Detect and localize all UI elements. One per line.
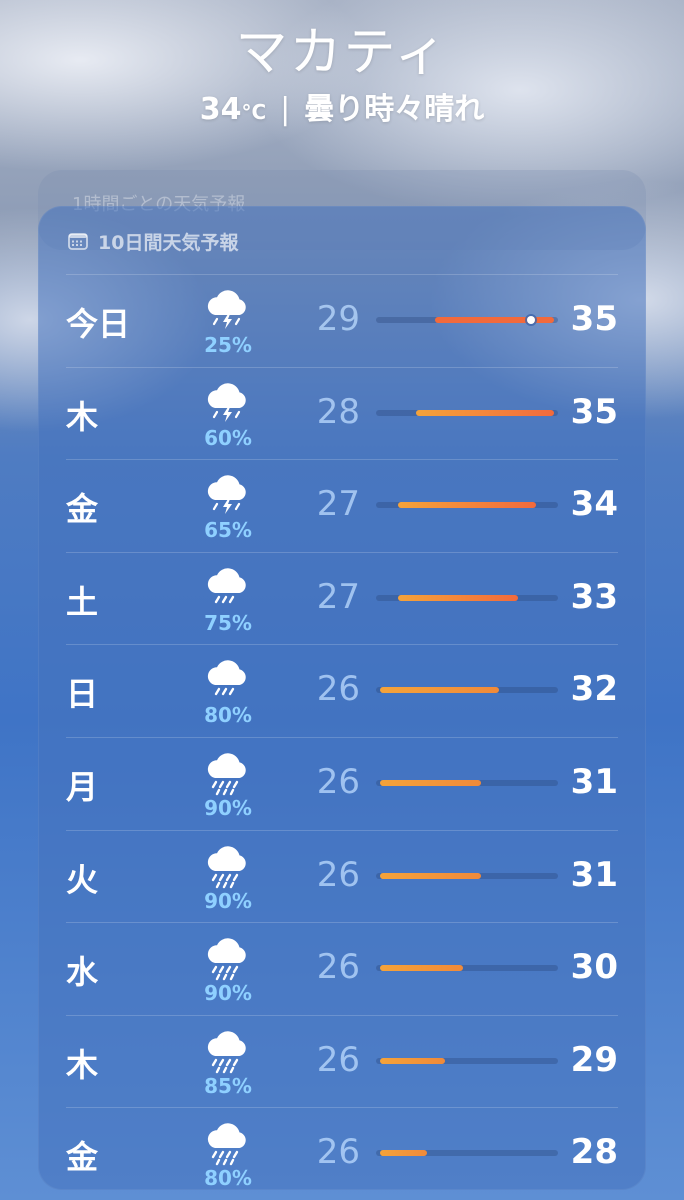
low-temp: 26 <box>316 669 360 710</box>
temp-range-bar <box>376 502 558 509</box>
separator: | <box>280 92 291 127</box>
temp-range-fill <box>380 965 463 972</box>
high-temp: 34 <box>570 484 618 525</box>
high-temp: 31 <box>570 854 618 895</box>
forecast-row: 金 80% 26 28 <box>66 1107 618 1200</box>
temp-range-fill <box>380 1057 445 1064</box>
precip-chance: 60% <box>204 425 252 450</box>
temp-range-fill <box>380 779 482 786</box>
heavy-rain-icon <box>202 841 252 889</box>
forecast-row: 日 80% 26 32 <box>66 644 618 737</box>
day-label: 日 <box>66 675 99 714</box>
high-temp: 29 <box>570 1039 618 1080</box>
forecast-row: 水 90% 26 30 <box>66 922 618 1015</box>
temp-range-fill <box>416 409 554 416</box>
day-label: 月 <box>66 767 99 806</box>
low-temp: 26 <box>316 1039 360 1080</box>
thunderstorm-icon <box>202 285 252 333</box>
rain-icon <box>202 655 252 703</box>
heavy-rain-icon <box>202 748 252 796</box>
low-temp: 26 <box>316 761 360 802</box>
forecast-row: 木 85% 26 29 <box>66 1014 618 1108</box>
temp-range-bar <box>376 687 558 694</box>
temp-range-fill <box>434 317 554 323</box>
low-temp: 26 <box>316 854 360 895</box>
heavy-rain-icon <box>202 1026 252 1074</box>
current-conditions: 34°C | 曇り時々晴れ <box>0 84 684 128</box>
precip-chance: 25% <box>204 333 252 357</box>
day-label: 今日 <box>66 305 131 343</box>
temp-range-fill <box>398 594 518 601</box>
forecast-row: 月 90% 26 31 <box>66 736 618 830</box>
low-temp: 27 <box>316 576 360 617</box>
temp-range-fill <box>380 687 500 694</box>
day-label: 土 <box>66 582 99 621</box>
precip-chance: 65% <box>204 518 252 543</box>
high-temp: 33 <box>570 576 618 617</box>
temp-range-bar <box>376 872 558 879</box>
current-temp: 34 <box>199 92 242 127</box>
forecast-row: 金 65% 27 34 <box>66 459 618 552</box>
current-temp-marker <box>526 316 535 324</box>
temp-range-fill <box>380 872 482 879</box>
day-label: 金 <box>66 1138 99 1177</box>
temp-range-bar <box>376 965 558 972</box>
day-label: 木 <box>66 397 99 436</box>
card-header: 10日間天気予報 <box>68 228 238 254</box>
day-label: 水 <box>66 953 99 992</box>
low-temp: 28 <box>316 391 360 432</box>
ten-day-forecast-card[interactable]: 10日間天気予報 今日 25% 29 35 木 60% 28 35 金 65% 27 34 土 75% 27… <box>38 206 646 1190</box>
low-temp: 29 <box>316 299 360 339</box>
precip-chance: 90% <box>204 795 252 820</box>
forecast-row: 火 90% 26 31 <box>66 829 618 923</box>
precip-chance: 75% <box>204 610 252 635</box>
high-temp: 35 <box>570 391 618 432</box>
precip-chance: 80% <box>204 703 252 728</box>
card-title: 10日間天気予報 <box>98 231 239 254</box>
precip-chance: 80% <box>204 1166 252 1191</box>
precip-chance: 90% <box>204 888 252 913</box>
temp-range-fill <box>380 1150 427 1157</box>
high-temp: 30 <box>570 947 618 988</box>
temp-range-bar <box>376 594 558 601</box>
high-temp: 32 <box>570 669 618 710</box>
day-label: 火 <box>66 860 99 899</box>
thunderstorm-icon <box>202 470 252 518</box>
precip-chance: 85% <box>204 1073 252 1098</box>
forecast-row: 木 60% 28 35 <box>66 366 618 460</box>
temp-range-fill <box>398 502 536 509</box>
temp-unit: °C <box>241 100 267 124</box>
day-label: 木 <box>66 1045 99 1084</box>
temp-range-bar <box>376 409 558 416</box>
day-label: 金 <box>66 490 99 529</box>
forecast-list: 今日 25% 29 35 木 60% 28 35 金 65% 27 34 土 75% 27 33 日 80% 26 3… <box>66 274 618 1200</box>
city-name: マカティ <box>235 23 449 83</box>
low-temp: 26 <box>316 1132 360 1173</box>
temp-range-bar <box>376 779 558 786</box>
high-temp: 31 <box>570 761 618 802</box>
thunderstorm-icon <box>202 378 252 426</box>
temp-range-bar <box>376 316 558 324</box>
rain-icon <box>202 563 252 611</box>
temp-range-bar <box>376 1150 558 1157</box>
forecast-row: 土 75% 27 33 <box>66 551 618 645</box>
condition-text: 曇り時々晴れ <box>304 92 485 127</box>
heavy-rain-icon <box>202 1118 252 1166</box>
high-temp: 35 <box>570 299 618 339</box>
low-temp: 27 <box>316 484 360 525</box>
precip-chance: 90% <box>204 981 252 1006</box>
temp-range-bar <box>376 1057 558 1064</box>
high-temp: 28 <box>570 1132 618 1173</box>
low-temp: 26 <box>316 947 360 988</box>
heavy-rain-icon <box>202 933 252 981</box>
forecast-row: 今日 25% 29 35 <box>66 274 618 367</box>
calendar-icon <box>68 233 88 250</box>
